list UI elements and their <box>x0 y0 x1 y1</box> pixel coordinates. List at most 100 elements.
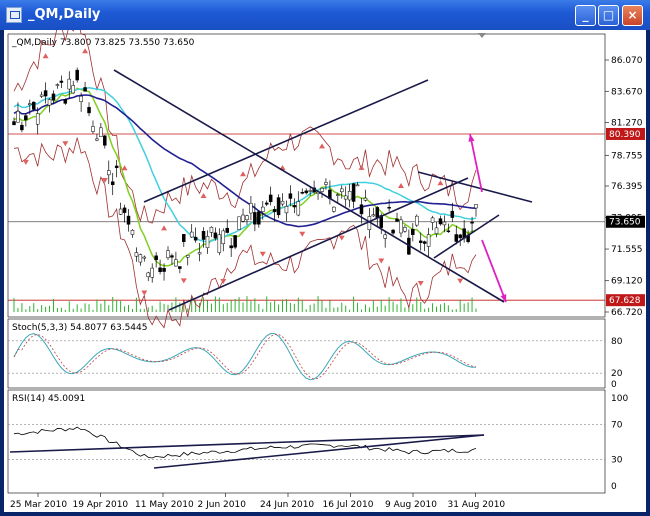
candle-body <box>99 127 103 137</box>
candle-body <box>351 183 356 202</box>
candle-body <box>261 206 265 212</box>
candle-body <box>474 204 478 209</box>
main-panel-header: _QM,Daily 73.800 73.825 73.550 73.650 <box>11 38 195 48</box>
candle-body <box>28 103 32 105</box>
candle-body <box>450 210 455 218</box>
candle-body <box>395 218 399 222</box>
candle-body <box>438 218 443 225</box>
candle-body <box>434 227 439 234</box>
candle-body <box>83 87 87 92</box>
candle-body <box>193 236 198 241</box>
candle-body <box>304 190 308 194</box>
candle-body <box>347 191 352 201</box>
price-tick-label: 81.270 <box>611 119 643 129</box>
candle-body <box>268 194 273 203</box>
candle-body <box>162 267 166 272</box>
close-button[interactable]: × <box>622 5 643 26</box>
candle-body <box>426 234 431 247</box>
x-tick-label: 24 Jun 2010 <box>260 500 314 510</box>
candle-body <box>245 215 249 221</box>
x-tick-label: 11 May 2010 <box>135 500 194 510</box>
price-tick-label: 76.395 <box>611 182 643 192</box>
candle-body <box>95 138 99 141</box>
title-bar[interactable]: _QM,Daily _ □ × <box>0 0 650 30</box>
candle-body <box>126 215 131 225</box>
candle-body <box>146 272 151 278</box>
candle-body <box>87 107 91 114</box>
candle-body <box>63 99 68 104</box>
window-title: _QM,Daily <box>28 7 101 22</box>
x-tick-label: 2 Jun 2010 <box>198 500 247 510</box>
candle-body <box>122 207 127 213</box>
price-tick-label: 69.120 <box>611 277 643 287</box>
price-chart[interactable]: _QM,Daily 73.800 73.825 73.550 73.650 St… <box>4 30 646 512</box>
candle-body <box>201 230 206 240</box>
candle-body <box>197 252 202 255</box>
candle-body <box>355 184 360 187</box>
price-badge-label: 73.650 <box>609 218 641 228</box>
x-tick-label: 25 Mar 2010 <box>10 500 67 510</box>
candle-body <box>217 234 222 253</box>
candle-body <box>415 215 419 226</box>
candle-body <box>296 201 301 216</box>
candle-body <box>280 200 285 205</box>
x-tick-label: 19 Apr 2010 <box>73 500 129 510</box>
candle-body <box>292 205 297 208</box>
price-tick-label: 83.670 <box>611 87 643 97</box>
candle-body <box>233 235 237 248</box>
candle-body <box>20 124 24 131</box>
maximize-button[interactable]: □ <box>598 5 619 26</box>
candle-body <box>458 234 462 239</box>
x-tick-label: 16 Jul 2010 <box>323 500 374 510</box>
candle-body <box>272 209 277 213</box>
candle-body <box>320 187 324 192</box>
candle-body <box>174 259 178 267</box>
chart-window-icon <box>6 7 22 23</box>
candle-body <box>359 204 364 215</box>
candle-body <box>442 221 447 226</box>
candle-body <box>178 266 182 269</box>
candle-body <box>430 217 435 223</box>
candle-body <box>130 230 135 235</box>
candle-body <box>237 216 241 230</box>
candle-body <box>288 193 293 199</box>
candle-body <box>110 181 115 185</box>
candle-body <box>16 111 20 123</box>
candle-body <box>118 208 123 215</box>
rsi-tick-label: 0 <box>611 482 617 492</box>
candle-body <box>221 230 226 245</box>
candle-body <box>12 121 16 126</box>
candle-body <box>59 80 64 83</box>
candle-body <box>154 255 158 261</box>
candle-body <box>241 214 245 222</box>
candle-body <box>170 255 174 258</box>
candle-body <box>39 94 44 97</box>
candle-body <box>134 252 139 257</box>
rsi-tick-label: 30 <box>611 456 623 466</box>
minimize-button[interactable]: _ <box>575 5 596 26</box>
price-tick-label: 71.555 <box>611 245 643 255</box>
candle-body <box>446 230 451 233</box>
candle-body <box>229 245 233 249</box>
candle-body <box>276 197 281 216</box>
candle-body <box>332 206 336 212</box>
candle-body <box>363 197 368 201</box>
candle-body <box>257 211 261 225</box>
candle-body <box>418 240 423 243</box>
candle-body <box>209 226 214 233</box>
candle-body <box>158 267 162 272</box>
candle-body <box>375 207 380 219</box>
candle-body <box>35 113 40 125</box>
candle-body <box>336 194 340 196</box>
candle-body <box>264 202 269 205</box>
candle-body <box>31 101 36 110</box>
chart-client-area: _QM,Daily 73.800 73.825 73.550 73.650 St… <box>4 30 646 512</box>
candle-body <box>107 170 111 176</box>
candle-body <box>391 229 395 234</box>
candle-body <box>24 115 28 121</box>
stoch-tick-label: 20 <box>611 369 623 379</box>
stoch-tick-label: 80 <box>611 337 623 347</box>
candle-body <box>324 182 328 185</box>
stoch-panel-header: Stoch(5,3,3) 54.8077 63.5445 <box>12 323 147 333</box>
candle-body <box>213 232 218 239</box>
